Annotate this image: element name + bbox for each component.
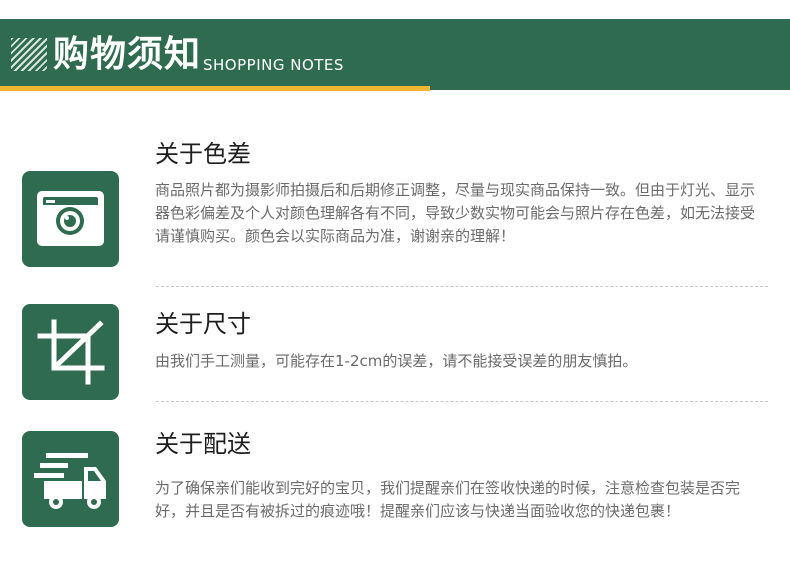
section-body-size: 由我们手工测量，可能存在1-2cm的误差，请不能接受误差的朋友慎拍。 <box>155 352 638 370</box>
delivery-truck-icon <box>34 453 106 509</box>
camera-icon <box>37 191 104 246</box>
page-subtitle: SHOPPING NOTES <box>203 56 344 74</box>
page-title: 购物须知 <box>53 34 202 75</box>
section-divider <box>156 401 768 402</box>
section-title-color: 关于色差 <box>155 140 251 168</box>
section-title-delivery: 关于配送 <box>155 430 251 458</box>
section-body-delivery: 为了确保亲们能收到完好的宝贝，我们提醒亲们在签收快递的时候，注意检查包装是否完好… <box>155 479 741 520</box>
header-accent-line <box>0 86 430 91</box>
section-title-size: 关于尺寸 <box>155 310 251 338</box>
hatch-pattern-icon <box>11 38 47 71</box>
delivery-icon-box <box>22 431 119 527</box>
section-body-color: 商品照片都为摄影师拍摄后和后期修正调整，尽量与现实商品保持一致。但由于灯光、显示… <box>155 181 756 245</box>
crop-icon <box>37 319 105 385</box>
section-divider <box>156 286 768 287</box>
camera-icon-box <box>22 171 119 267</box>
crop-icon-box <box>22 304 119 400</box>
